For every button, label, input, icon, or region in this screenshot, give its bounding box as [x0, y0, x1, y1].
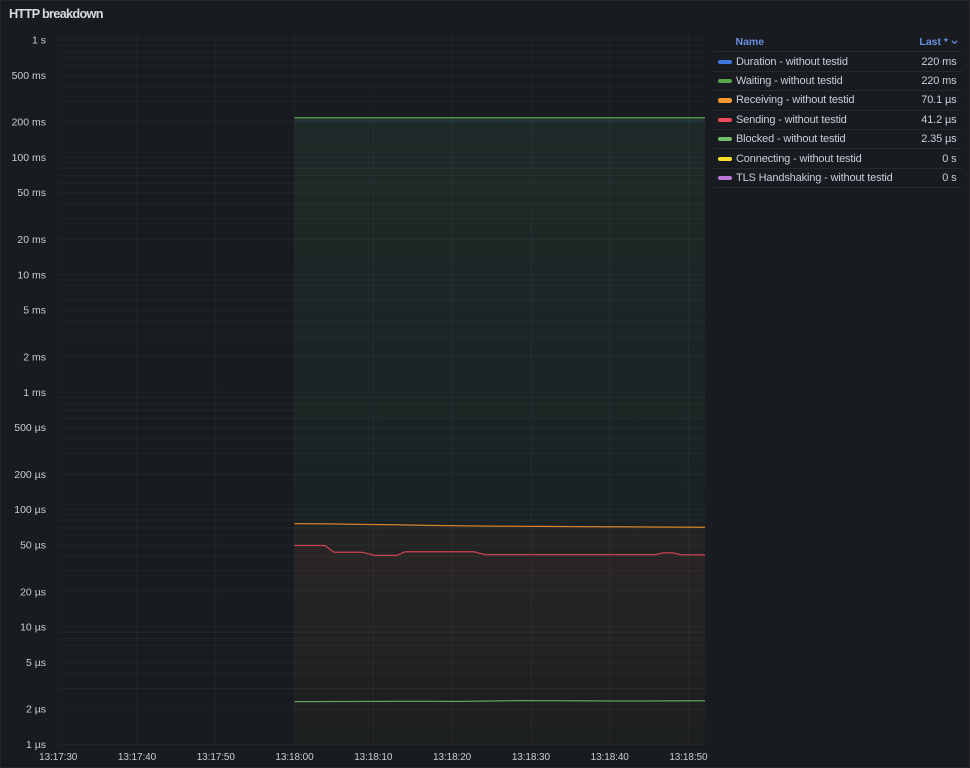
svg-text:1 µs: 1 µs: [26, 739, 46, 751]
svg-text:1 ms: 1 ms: [23, 387, 46, 399]
svg-text:13:18:00: 13:18:00: [275, 752, 314, 763]
svg-text:5 ms: 5 ms: [23, 305, 46, 317]
svg-text:2 ms: 2 ms: [23, 351, 46, 363]
svg-text:500 µs: 500 µs: [14, 422, 46, 434]
svg-text:200 µs: 200 µs: [14, 469, 46, 481]
svg-text:50 µs: 50 µs: [20, 540, 46, 552]
svg-text:10 µs: 10 µs: [20, 622, 46, 634]
svg-text:500 ms: 500 ms: [12, 70, 46, 82]
svg-text:20 µs: 20 µs: [20, 586, 46, 598]
svg-text:50 ms: 50 ms: [17, 187, 46, 199]
svg-text:13:17:40: 13:17:40: [118, 752, 157, 763]
svg-text:100 µs: 100 µs: [14, 504, 46, 516]
svg-text:2 µs: 2 µs: [26, 704, 46, 716]
svg-text:13:18:50: 13:18:50: [669, 752, 708, 763]
svg-text:100 ms: 100 ms: [12, 152, 46, 164]
svg-text:5 µs: 5 µs: [26, 657, 46, 669]
svg-text:13:17:30: 13:17:30: [39, 752, 78, 763]
svg-text:13:17:50: 13:17:50: [197, 752, 236, 763]
svg-text:10 ms: 10 ms: [17, 269, 46, 281]
svg-text:1 s: 1 s: [32, 34, 46, 46]
svg-text:20 ms: 20 ms: [17, 234, 46, 246]
svg-text:13:18:20: 13:18:20: [433, 752, 472, 763]
svg-text:13:18:10: 13:18:10: [354, 752, 393, 763]
svg-text:13:18:30: 13:18:30: [512, 752, 551, 763]
svg-text:13:18:40: 13:18:40: [591, 752, 630, 763]
svg-text:200 ms: 200 ms: [12, 117, 46, 129]
